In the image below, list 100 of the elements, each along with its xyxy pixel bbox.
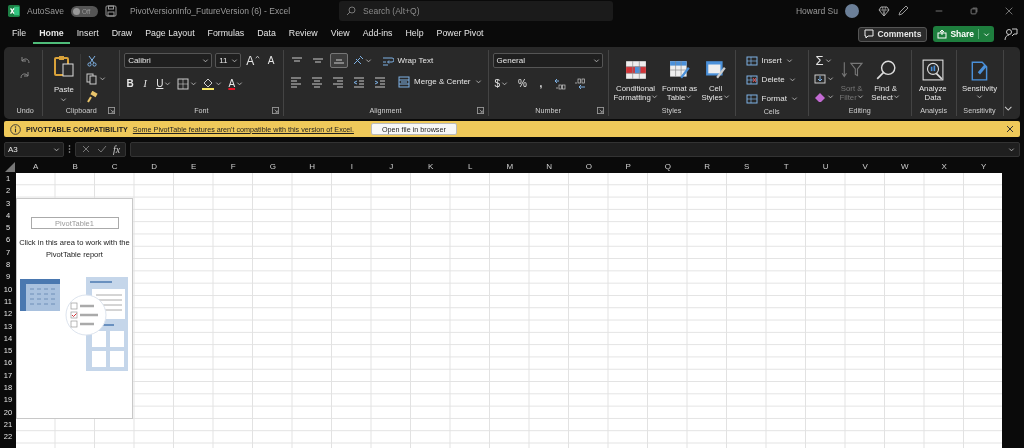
comma-style-button[interactable]: ,: [535, 76, 547, 91]
more-options-icon[interactable]: [68, 144, 71, 154]
copy-icon: [86, 72, 99, 85]
caret-icon: [364, 57, 372, 64]
fill-color-button[interactable]: [201, 76, 224, 91]
cells-button[interactable]: Insert: [743, 53, 795, 68]
ribbon-tab[interactable]: Power Pivot: [430, 24, 490, 44]
number-format-select[interactable]: General: [492, 53, 603, 68]
ribbon-tab[interactable]: Home: [33, 24, 70, 44]
underline-button[interactable]: U: [154, 76, 174, 91]
column-header[interactable]: N: [529, 162, 569, 171]
column-header[interactable]: B: [55, 162, 95, 171]
column-header[interactable]: O: [569, 162, 609, 171]
ribbon-tab[interactable]: Help: [399, 24, 430, 44]
ribbon-tab[interactable]: Data: [251, 24, 282, 44]
dialog-launcher-icon[interactable]: [596, 106, 604, 114]
cells-button[interactable]: Format: [743, 91, 800, 106]
font-size-select[interactable]: 11: [215, 53, 242, 68]
search-field[interactable]: Search (Alt+Q): [339, 1, 614, 21]
dialog-launcher-icon[interactable]: [108, 106, 116, 114]
column-header[interactable]: S: [727, 162, 767, 171]
info-icon: [10, 123, 21, 135]
caret-icon: [722, 93, 730, 100]
caret-icon: [788, 76, 796, 83]
increase-decimal-button[interactable]: [553, 76, 567, 91]
wrap-text-button[interactable]: Wrap Text: [379, 53, 436, 68]
indent-icon: [353, 75, 366, 88]
font-color-button[interactable]: A: [226, 76, 246, 91]
ribbon-tab[interactable]: Add-ins: [356, 24, 399, 44]
borders-button[interactable]: [176, 76, 199, 91]
pen-icon[interactable]: [897, 5, 909, 17]
column-header[interactable]: T: [766, 162, 806, 171]
column-header[interactable]: E: [174, 162, 214, 171]
dialog-launcher-icon[interactable]: [476, 106, 484, 114]
formula-input[interactable]: [130, 141, 1020, 157]
ribbon-tab[interactable]: File: [6, 24, 33, 44]
column-header[interactable]: R: [687, 162, 727, 171]
feedback-icon[interactable]: [1004, 27, 1018, 41]
autosum-button[interactable]: Σ: [812, 53, 835, 68]
column-header[interactable]: W: [885, 162, 925, 171]
diamond-icon[interactable]: [878, 5, 890, 17]
font-name-select[interactable]: Calibri: [124, 53, 213, 68]
bold-button[interactable]: B: [124, 76, 137, 91]
cells-button[interactable]: Delete: [743, 72, 798, 87]
collapse-ribbon-icon[interactable]: [1003, 104, 1012, 113]
shrink-font-button[interactable]: A: [265, 53, 278, 68]
column-header[interactable]: M: [490, 162, 530, 171]
cancel-icon[interactable]: [81, 144, 91, 154]
column-header[interactable]: V: [845, 162, 885, 171]
grow-font-button[interactable]: A: [244, 53, 263, 68]
caret-icon: [785, 57, 793, 64]
ribbon-tab[interactable]: Draw: [105, 24, 139, 44]
ribbon-tab[interactable]: Insert: [70, 24, 105, 44]
close-icon[interactable]: [1006, 125, 1014, 133]
column-header[interactable]: Y: [964, 162, 1004, 171]
column-header[interactable]: H: [292, 162, 332, 171]
dialog-launcher-icon[interactable]: [271, 106, 279, 114]
merge-center-button[interactable]: Merge & Center: [396, 74, 484, 89]
save-icon[interactable]: [104, 5, 117, 17]
column-header[interactable]: F: [213, 162, 253, 171]
caret-icon: [892, 93, 900, 100]
ribbon-tab[interactable]: Page Layout: [139, 24, 201, 44]
share-icon: [937, 29, 948, 39]
fill-button[interactable]: [812, 71, 835, 86]
vertical-align-button[interactable]: [329, 53, 348, 68]
percent-button[interactable]: %: [516, 76, 529, 91]
currency-button[interactable]: $: [492, 76, 511, 91]
ribbon-tab[interactable]: Review: [282, 24, 324, 44]
decrease-decimal-button[interactable]: [573, 76, 587, 91]
caret-icon: [474, 78, 482, 85]
comments-button[interactable]: Comments: [858, 26, 928, 42]
column-header[interactable]: P: [608, 162, 648, 171]
name-box[interactable]: A3: [4, 141, 64, 157]
angled-text-icon: [351, 54, 364, 67]
column-header[interactable]: I: [332, 162, 372, 171]
column-header[interactable]: K: [411, 162, 451, 171]
insert-function-button[interactable]: fx: [113, 143, 121, 155]
copy-button[interactable]: [85, 71, 108, 86]
caret-icon: [501, 80, 509, 87]
column-header[interactable]: G: [253, 162, 293, 171]
column-header[interactable]: J: [371, 162, 411, 171]
ribbon-tab[interactable]: View: [324, 24, 356, 44]
column-header[interactable]: A: [16, 162, 56, 171]
column-header[interactable]: X: [924, 162, 964, 171]
close-icon[interactable]: [1004, 6, 1014, 16]
restore-icon[interactable]: [969, 6, 979, 16]
user-avatar[interactable]: [845, 4, 859, 18]
column-header[interactable]: D: [134, 162, 174, 171]
caret-icon: [60, 95, 68, 103]
window-title: PivotVersionInfo_FutureVersion (6) - Excel: [129, 6, 291, 16]
italic-button[interactable]: I: [139, 76, 152, 91]
scissors-icon: [86, 54, 99, 67]
check-icon[interactable]: [97, 144, 107, 154]
column-header[interactable]: U: [806, 162, 846, 171]
share-button[interactable]: Share: [933, 26, 994, 42]
column-header[interactable]: C: [95, 162, 135, 171]
caret-icon: [976, 93, 983, 100]
ribbon-tab[interactable]: Formulas: [201, 24, 251, 44]
column-header[interactable]: Q: [648, 162, 688, 171]
column-header[interactable]: L: [450, 162, 490, 171]
